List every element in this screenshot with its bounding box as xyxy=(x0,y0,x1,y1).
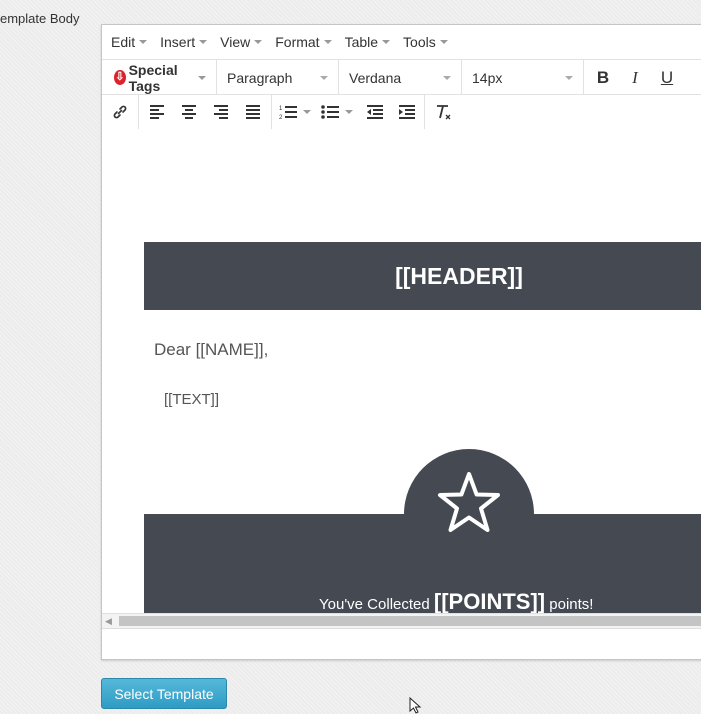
mouse-cursor-icon xyxy=(409,697,422,714)
chevron-down-icon xyxy=(323,40,332,44)
editor-menubar: Edit Insert View Format Table Tools xyxy=(102,25,701,59)
link-group xyxy=(102,95,139,129)
chevron-down-icon xyxy=(382,40,391,44)
numbered-list-icon[interactable]: 12 xyxy=(274,95,316,129)
clear-formatting-icon[interactable] xyxy=(427,95,459,129)
special-tags-icon: ⇩ xyxy=(114,70,126,85)
font-size-value: 14px xyxy=(472,69,503,86)
scrollbar-thumb[interactable] xyxy=(119,616,701,626)
chevron-down-icon xyxy=(443,75,451,80)
block-format-value: Paragraph xyxy=(227,69,293,86)
rich-text-editor: Edit Insert View Format Table Tools ⇩ Sp… xyxy=(101,24,701,660)
align-justify-icon[interactable] xyxy=(237,95,269,129)
paragraph-toolbar: 12 xyxy=(102,94,701,130)
chevron-down-icon xyxy=(565,75,573,80)
bold-button[interactable]: B xyxy=(587,68,619,88)
menu-view-label: View xyxy=(220,34,251,50)
align-right-icon[interactable] xyxy=(205,95,237,129)
points-suffix: points! xyxy=(549,596,594,613)
header-placeholder: [[HEADER]] xyxy=(395,262,523,289)
menu-view[interactable]: View xyxy=(220,34,263,50)
chevron-down-icon xyxy=(254,40,263,44)
horizontal-scrollbar[interactable]: ◀ xyxy=(102,613,701,628)
select-template-button[interactable]: Select Template xyxy=(101,678,227,709)
bullet-list-icon[interactable] xyxy=(316,95,358,129)
svg-text:2: 2 xyxy=(279,115,283,120)
chevron-down-icon xyxy=(198,75,206,80)
alignment-group xyxy=(139,95,272,129)
align-left-icon[interactable] xyxy=(141,95,173,129)
star-icon xyxy=(438,472,500,532)
menu-tools[interactable]: Tools xyxy=(403,34,448,50)
align-center-icon[interactable] xyxy=(173,95,205,129)
menu-format-label: Format xyxy=(275,34,320,50)
chevron-down-icon xyxy=(439,40,448,44)
menu-insert-label: Insert xyxy=(160,34,196,50)
format-toolbar: ⇩ Special Tags Paragraph Verdana 14px B … xyxy=(102,59,701,95)
menu-tools-label: Tools xyxy=(403,34,436,50)
menu-table[interactable]: Table xyxy=(344,34,391,50)
font-family-select[interactable]: Verdana xyxy=(339,60,462,95)
points-value: [[POINTS]] xyxy=(433,589,546,613)
outdent-icon[interactable] xyxy=(358,95,390,129)
menu-edit-label: Edit xyxy=(111,34,136,50)
menu-format[interactable]: Format xyxy=(275,34,332,50)
star-badge xyxy=(404,449,534,579)
points-prefix: You've Collected xyxy=(319,596,430,613)
menu-table-label: Table xyxy=(344,34,379,50)
indent-icon[interactable] xyxy=(390,95,422,129)
chevron-down-icon xyxy=(139,40,148,44)
font-size-select[interactable]: 14px xyxy=(462,60,584,95)
list-indent-group: 12 xyxy=(272,95,425,129)
body-text-placeholder: [[TEXT]] xyxy=(164,391,220,408)
link-icon[interactable] xyxy=(104,95,136,129)
chevron-down-icon xyxy=(320,75,328,80)
menu-insert[interactable]: Insert xyxy=(160,34,208,50)
font-family-value: Verdana xyxy=(349,69,402,86)
chevron-down-icon xyxy=(345,110,353,114)
greeting-text: Dear [[NAME]], xyxy=(154,340,269,359)
email-header-band: [[HEADER]] xyxy=(144,242,701,310)
special-tags-dropdown[interactable]: ⇩ Special Tags xyxy=(102,60,217,95)
special-tags-label: Special Tags xyxy=(128,61,178,94)
points-message: You've Collected [[POINTS]] points! xyxy=(319,589,593,613)
scroll-left-arrow-icon[interactable]: ◀ xyxy=(105,616,112,627)
italic-button[interactable]: I xyxy=(619,68,651,88)
menu-edit[interactable]: Edit xyxy=(111,34,148,50)
block-format-select[interactable]: Paragraph xyxy=(217,60,339,95)
underline-button[interactable]: U xyxy=(651,68,683,88)
svg-text:1: 1 xyxy=(279,106,283,112)
template-body-label: emplate Body xyxy=(0,11,80,26)
editor-statusbar xyxy=(102,628,701,659)
chevron-down-icon xyxy=(303,110,311,114)
editor-content-area[interactable]: [[HEADER]] Dear [[NAME]], [[TEXT]] You'v… xyxy=(102,129,701,613)
chevron-down-icon xyxy=(199,40,208,44)
